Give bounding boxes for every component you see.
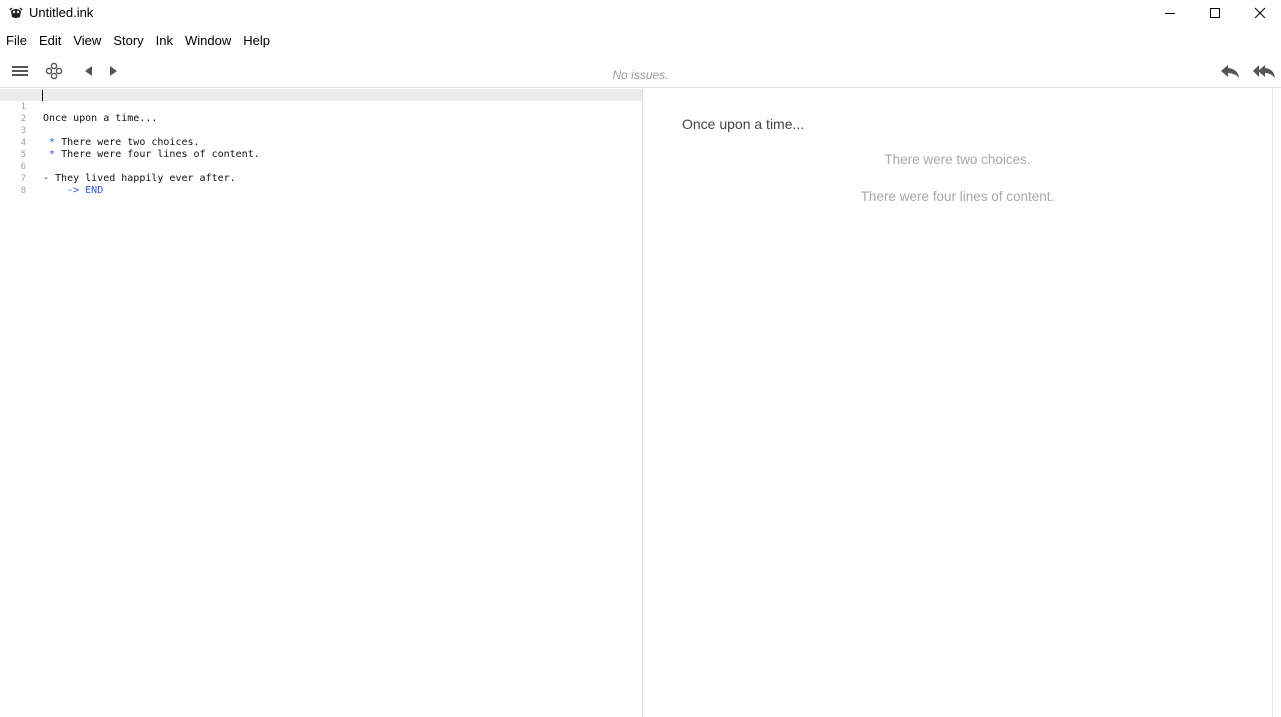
rewind-one-button[interactable] xyxy=(1218,62,1242,80)
minimize-icon xyxy=(1165,13,1175,14)
maximize-icon xyxy=(1210,8,1220,18)
editor-line[interactable]: 2 xyxy=(0,101,642,124)
editor-line[interactable]: 8 xyxy=(0,173,642,196)
menu-story[interactable]: Story xyxy=(107,30,149,52)
menu-bar: File Edit View Story Ink Window Help xyxy=(0,30,276,52)
menu-file[interactable]: File xyxy=(0,30,33,52)
toolbar: No issues. xyxy=(0,56,1281,88)
minimize-button[interactable] xyxy=(1147,0,1193,26)
story-player: Once upon a time... There were two choic… xyxy=(643,88,1272,717)
end-keyword: END xyxy=(85,185,104,196)
menu-window[interactable]: Window xyxy=(179,30,237,52)
issues-status: No issues. xyxy=(612,68,669,82)
window-title: Untitled.ink xyxy=(29,5,94,20)
choice-option[interactable]: There were two choices. xyxy=(643,152,1272,167)
player-scrollbar[interactable] xyxy=(1272,88,1281,717)
menu-view[interactable]: View xyxy=(67,30,107,52)
title-bar: Untitled.ink xyxy=(0,0,1281,26)
editor-line[interactable]: 4 * There were four lines of content. xyxy=(0,125,642,160)
editor-line[interactable]: 5 xyxy=(0,137,642,160)
maximize-button[interactable] xyxy=(1192,0,1238,26)
editor-line[interactable]: 6 - They lived happily ever after. xyxy=(0,149,642,184)
menu-ink[interactable]: Ink xyxy=(150,30,179,52)
restart-story-button[interactable] xyxy=(1251,62,1277,80)
reply-icon xyxy=(1221,65,1239,78)
text-cursor xyxy=(42,90,43,101)
editor-line[interactable]: 7 -> END xyxy=(0,161,642,196)
editor-line[interactable]: 1 Once upon a time... xyxy=(0,89,642,124)
reply-all-icon xyxy=(1253,65,1275,78)
editor-line[interactable]: 3 * There were two choices. xyxy=(0,113,642,148)
divert-arrow: -> xyxy=(43,185,86,196)
close-icon xyxy=(1254,7,1266,19)
menu-help[interactable]: Help xyxy=(237,30,276,52)
line-number: 8 xyxy=(20,186,26,196)
ink-app-icon xyxy=(9,7,23,18)
menu-edit[interactable]: Edit xyxy=(33,30,67,52)
code-editor[interactable]: 1 Once upon a time... 2 3 * There were t… xyxy=(0,88,643,717)
close-button[interactable] xyxy=(1237,0,1281,26)
story-text: Once upon a time... xyxy=(682,116,805,132)
choice-option[interactable]: There were four lines of content. xyxy=(643,189,1272,204)
